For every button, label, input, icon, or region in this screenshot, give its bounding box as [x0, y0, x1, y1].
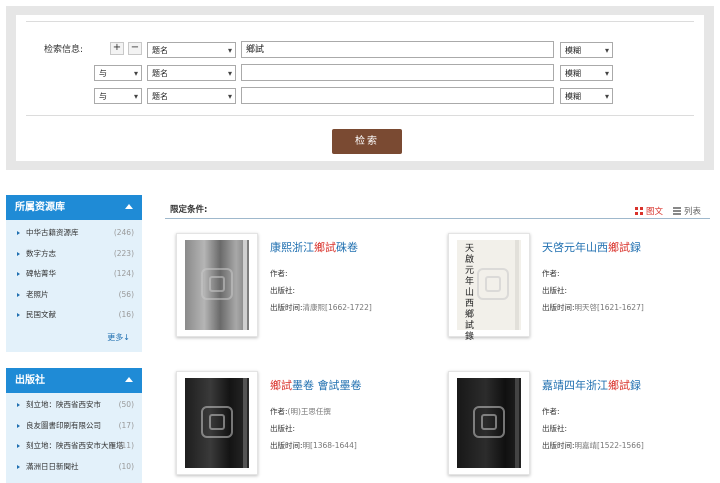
facet-item[interactable]: 滿洲日日新聞社 (10)	[6, 457, 142, 478]
mode-select-1[interactable]: 模糊 ▾	[560, 42, 613, 58]
result-date: 出版时间:明天啓[1621-1627]	[542, 303, 644, 312]
result-author: 作者:	[270, 269, 288, 278]
facet-item[interactable]: 良友圖書印刷有限公司 (17)	[6, 416, 142, 437]
result-date: 出版时间:明嘉靖[1522-1566]	[542, 441, 644, 450]
bullet-icon	[17, 292, 20, 297]
result-author: 作者:	[542, 407, 560, 416]
watermark-seal-icon	[477, 268, 509, 300]
conditions-label: 限定条件:	[170, 205, 208, 215]
result-title-link[interactable]: 康熙浙江鄉試硃卷	[270, 239, 358, 255]
logic-select-3[interactable]: 与 ▾	[94, 88, 142, 104]
grid-view-icon[interactable]	[635, 207, 643, 215]
chevron-down-icon: ▾	[604, 69, 609, 78]
result-title-link[interactable]: 鄉試墨卷 會試墨卷	[270, 377, 362, 393]
result-author: 作者:(明)王思任撰	[270, 407, 331, 416]
bullet-icon	[17, 231, 20, 235]
resource-facet-header[interactable]: 所属资源库	[6, 195, 142, 220]
facet-item[interactable]: 中华古籍资源库 (246)	[6, 223, 142, 244]
mode-select-2[interactable]: 模糊 ▾	[560, 65, 613, 81]
watermark-seal-icon	[473, 406, 505, 438]
chevron-down-icon: ▾	[604, 92, 609, 101]
bullet-icon	[17, 272, 20, 276]
bullet-icon	[17, 423, 20, 428]
field-select-2[interactable]: 题名 ▾	[147, 65, 236, 81]
divider	[165, 218, 710, 219]
list-view-icon[interactable]	[673, 207, 681, 215]
result-publisher: 出版社:	[270, 286, 296, 295]
field-select-3[interactable]: 题名 ▾	[147, 88, 236, 104]
facet-item[interactable]: 刻立地：陕西省西安市大雁塔 (11)	[6, 436, 142, 457]
book-spine	[515, 240, 519, 330]
watermark-seal-icon	[201, 268, 233, 300]
facet-item[interactable]: 数字方志 (223)	[6, 244, 142, 265]
chevron-down-icon: ▾	[227, 69, 232, 78]
more-link[interactable]: 更多↓	[107, 332, 130, 343]
search-button[interactable]: 检索	[332, 129, 402, 154]
field-select-1[interactable]: 题名 ▾	[147, 42, 236, 58]
bullet-icon	[17, 444, 20, 448]
result-thumbnail[interactable]	[176, 233, 258, 337]
result-title-link[interactable]: 嘉靖四年浙江鄉試録	[542, 377, 641, 393]
grid-view-toggle[interactable]: 图文	[646, 205, 663, 217]
result-title-link[interactable]: 天啓元年山西鄉試録	[542, 239, 641, 255]
book-spine	[243, 240, 247, 330]
result-publisher: 出版社:	[542, 424, 568, 433]
result-date: 出版时间:明[1368-1644]	[270, 441, 357, 450]
chevron-down-icon: ▾	[227, 92, 232, 101]
facet-item[interactable]: 刻立地：陕西省西安市 (50)	[6, 395, 142, 416]
remove-row-button[interactable]: −	[128, 42, 142, 55]
search-form: 检索信息: + − 题名 ▾ 鄉試 模糊 ▾ 与 ▾ 题名 ▾ 模糊 ▾ 与 ▾ 题名 ▾ 模…	[16, 15, 704, 161]
publisher-facet-panel: 出版社 刻立地：陕西省西安市 (50) 良友圖書印刷有限公司 (17) 刻立地：陕西…	[6, 368, 142, 483]
watermark-seal-icon	[201, 406, 233, 438]
result-thumbnail[interactable]: 天啟元年山西鄉試錄	[448, 233, 530, 342]
divider	[26, 115, 694, 116]
search-input-3[interactable]	[241, 87, 554, 104]
publisher-facet-header[interactable]: 出版社	[6, 368, 142, 393]
resource-facet-panel: 所属资源库 中华古籍资源库 (246) 数字方志 (223) 碑帖菁华 (124) 老…	[6, 195, 142, 352]
result-thumbnail[interactable]	[176, 371, 258, 475]
facet-item[interactable]: 碑帖菁华 (124)	[6, 264, 142, 285]
chevron-down-icon: ▾	[604, 46, 609, 55]
result-date: 出版时间:清康熙[1662-1722]	[270, 303, 372, 312]
bullet-icon	[17, 313, 20, 317]
chevron-down-icon: ▾	[133, 69, 138, 78]
logic-select-2[interactable]: 与 ▾	[94, 65, 142, 81]
bullet-icon	[17, 464, 20, 469]
add-row-button[interactable]: +	[110, 42, 124, 55]
mode-select-3[interactable]: 模糊 ▾	[560, 88, 613, 104]
facet-item[interactable]: 民国文献 (16)	[6, 305, 142, 326]
cover-title-text: 天啟元年山西鄉試錄	[465, 244, 475, 342]
search-input-2[interactable]	[241, 64, 554, 81]
collapse-icon[interactable]	[125, 204, 133, 209]
chevron-down-icon: ▾	[133, 92, 138, 101]
book-spine	[243, 378, 247, 468]
chevron-down-icon: ▾	[227, 46, 232, 55]
facet-item[interactable]: 老照片 (56)	[6, 285, 142, 306]
search-label: 检索信息:	[44, 45, 84, 55]
result-thumbnail[interactable]	[448, 371, 530, 475]
result-author: 作者:	[542, 269, 560, 278]
bullet-icon	[17, 403, 20, 407]
divider	[26, 21, 694, 22]
book-spine	[515, 378, 519, 468]
search-input-1[interactable]: 鄉試	[241, 41, 554, 58]
collapse-icon[interactable]	[125, 377, 133, 382]
search-panel: 检索信息: + − 题名 ▾ 鄉試 模糊 ▾ 与 ▾ 题名 ▾ 模糊 ▾ 与 ▾ 题名 ▾ 模…	[6, 6, 714, 170]
result-publisher: 出版社:	[270, 424, 296, 433]
result-publisher: 出版社:	[542, 286, 568, 295]
list-view-toggle[interactable]: 列表	[684, 205, 701, 217]
bullet-icon	[17, 251, 20, 256]
